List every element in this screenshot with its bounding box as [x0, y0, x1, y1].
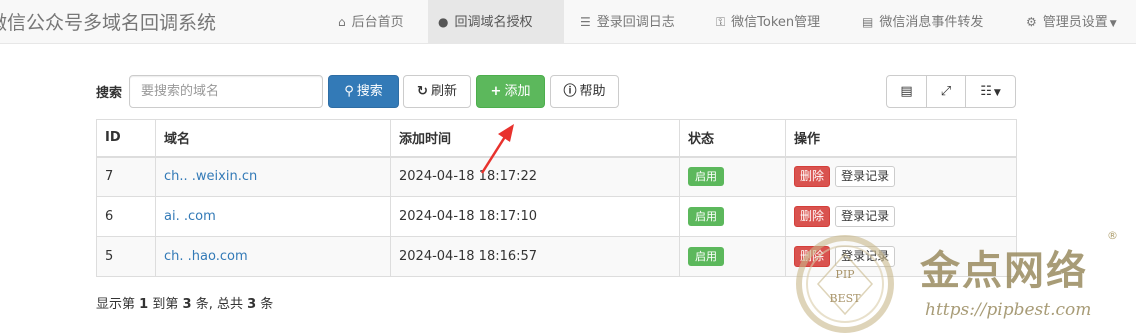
- key-icon: ⚿: [716, 15, 726, 29]
- grid-icon: ☷: [980, 84, 992, 99]
- table-row: 6 ai. .com 2024-04-18 18:17:10 启用 删除 登录记…: [96, 196, 1017, 237]
- login-log-button[interactable]: 登录记录: [835, 166, 896, 188]
- nav-item-wechat-token[interactable]: ⚿ 微信Token管理: [706, 0, 830, 44]
- columns-dropdown-button[interactable]: ☷ ▼: [965, 75, 1016, 108]
- refresh-icon: ↻: [417, 84, 428, 99]
- refresh-button[interactable]: ↻ 刷新: [403, 75, 471, 108]
- info-icon: ⓘ: [563, 84, 577, 99]
- cog-icon: ⚙: [1026, 15, 1037, 29]
- column-header-status[interactable]: 状态: [679, 119, 786, 158]
- delete-button[interactable]: 删除: [794, 166, 831, 188]
- nav-item-callback-domain[interactable]: ● 回调域名授权: [428, 0, 564, 44]
- nav-item-message-forward[interactable]: ▤ 微信消息事件转发: [852, 0, 993, 44]
- column-header-added-time[interactable]: 添加时间: [390, 119, 680, 158]
- cell-added-time: 2024-04-18 18:17:22: [390, 156, 680, 197]
- plus-icon: +: [490, 84, 502, 99]
- cell-id: 7: [96, 156, 156, 197]
- table-header-row: ID 域名 添加时间 状态 操作: [96, 119, 1017, 158]
- cell-id: 5: [96, 236, 156, 277]
- fullscreen-icon: ⤢: [940, 84, 952, 99]
- registered-mark: ®: [1107, 229, 1118, 242]
- watermark-brand: 金点网络: [920, 247, 1088, 294]
- domain-link[interactable]: ch.. .weixin.cn: [164, 169, 257, 184]
- table-row: 7 ch.. .weixin.cn 2024-04-18 18:17:22 启用…: [96, 156, 1017, 197]
- login-log-button[interactable]: 登录记录: [835, 206, 896, 227]
- nav-item-login-log[interactable]: ☰ 登录回调日志: [570, 0, 685, 44]
- cell-added-time: 2024-04-18 18:16:57: [390, 236, 680, 277]
- watermark-seal-icon: PIP BEST: [796, 235, 894, 333]
- delete-button[interactable]: 删除: [794, 206, 831, 227]
- column-header-domain[interactable]: 域名: [155, 119, 391, 158]
- cell-id: 6: [96, 196, 156, 237]
- globe-icon: ●: [438, 15, 449, 29]
- help-button[interactable]: ⓘ 帮助: [550, 75, 619, 108]
- toggle-view-button[interactable]: ▤: [886, 75, 927, 108]
- nav-item-home[interactable]: ⌂ 后台首页: [328, 0, 414, 44]
- search-input[interactable]: [129, 75, 323, 108]
- cell-added-time: 2024-04-18 18:17:10: [390, 196, 680, 237]
- list-icon: ☰: [580, 15, 591, 29]
- pagination-info: 显示第 1 到第 3 条, 总共 3 条: [96, 297, 274, 312]
- column-header-actions[interactable]: 操作: [785, 119, 1017, 158]
- search-icon: ⚲: [344, 84, 354, 99]
- watermark-url: https://pipbest.com: [925, 300, 1092, 320]
- app-title: 微信公众号多域名回调系统: [0, 12, 217, 34]
- status-badge[interactable]: 启用: [688, 247, 724, 266]
- watermark-seal-bottom-text: BEST: [830, 292, 862, 305]
- status-badge[interactable]: 启用: [688, 167, 724, 187]
- top-navbar: 微信公众号多域名回调系统 ⌂ 后台首页 ● 回调域名授权 ☰ 登录回调日志 ⚿ 微信To…: [0, 0, 1136, 44]
- add-button[interactable]: + 添加: [476, 75, 545, 108]
- annotation-arrow-icon: [480, 124, 514, 174]
- fullscreen-button[interactable]: ⤢: [926, 75, 966, 108]
- search-label: 搜索: [96, 86, 123, 101]
- domain-link[interactable]: ch. .hao.com: [164, 249, 248, 264]
- caret-down-icon: ▼: [1109, 19, 1117, 29]
- search-button[interactable]: ⚲ 搜索: [328, 75, 399, 108]
- watermark-seal-top-text: PIP: [835, 268, 855, 281]
- caret-down-icon: ▼: [993, 88, 1001, 98]
- status-badge[interactable]: 启用: [688, 207, 724, 226]
- column-header-id[interactable]: ID: [96, 119, 156, 158]
- nav-item-admin-settings[interactable]: ⚙ 管理员设置 ▼: [1016, 0, 1127, 44]
- list-alt-icon: ▤: [900, 84, 913, 99]
- home-icon: ⌂: [338, 15, 346, 29]
- domain-link[interactable]: ai. .com: [164, 209, 216, 224]
- hdd-icon: ▤: [862, 15, 874, 29]
